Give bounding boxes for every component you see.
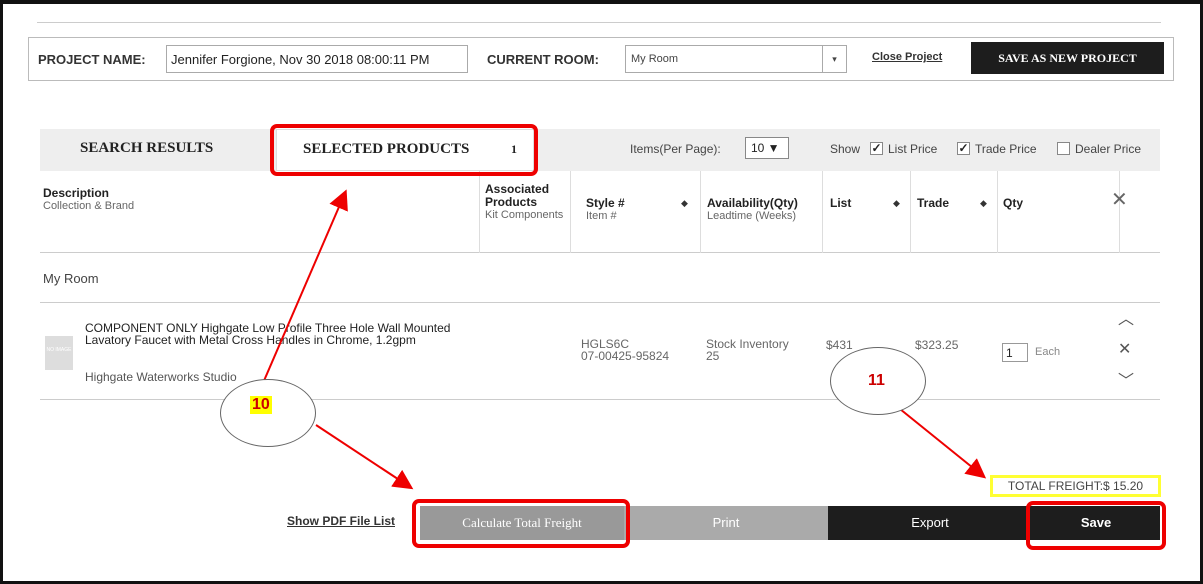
- annotation-arrows: [259, 189, 987, 490]
- callout-11: 11: [830, 347, 926, 415]
- arrow-to-calculate-button: [315, 424, 414, 490]
- callout-11-number: 11: [868, 372, 885, 389]
- callout-10-number: 10: [250, 396, 272, 414]
- arrow-to-total-freight: [899, 408, 987, 479]
- callout-10: 10: [220, 379, 316, 447]
- arrow-to-selected-products: [259, 189, 348, 391]
